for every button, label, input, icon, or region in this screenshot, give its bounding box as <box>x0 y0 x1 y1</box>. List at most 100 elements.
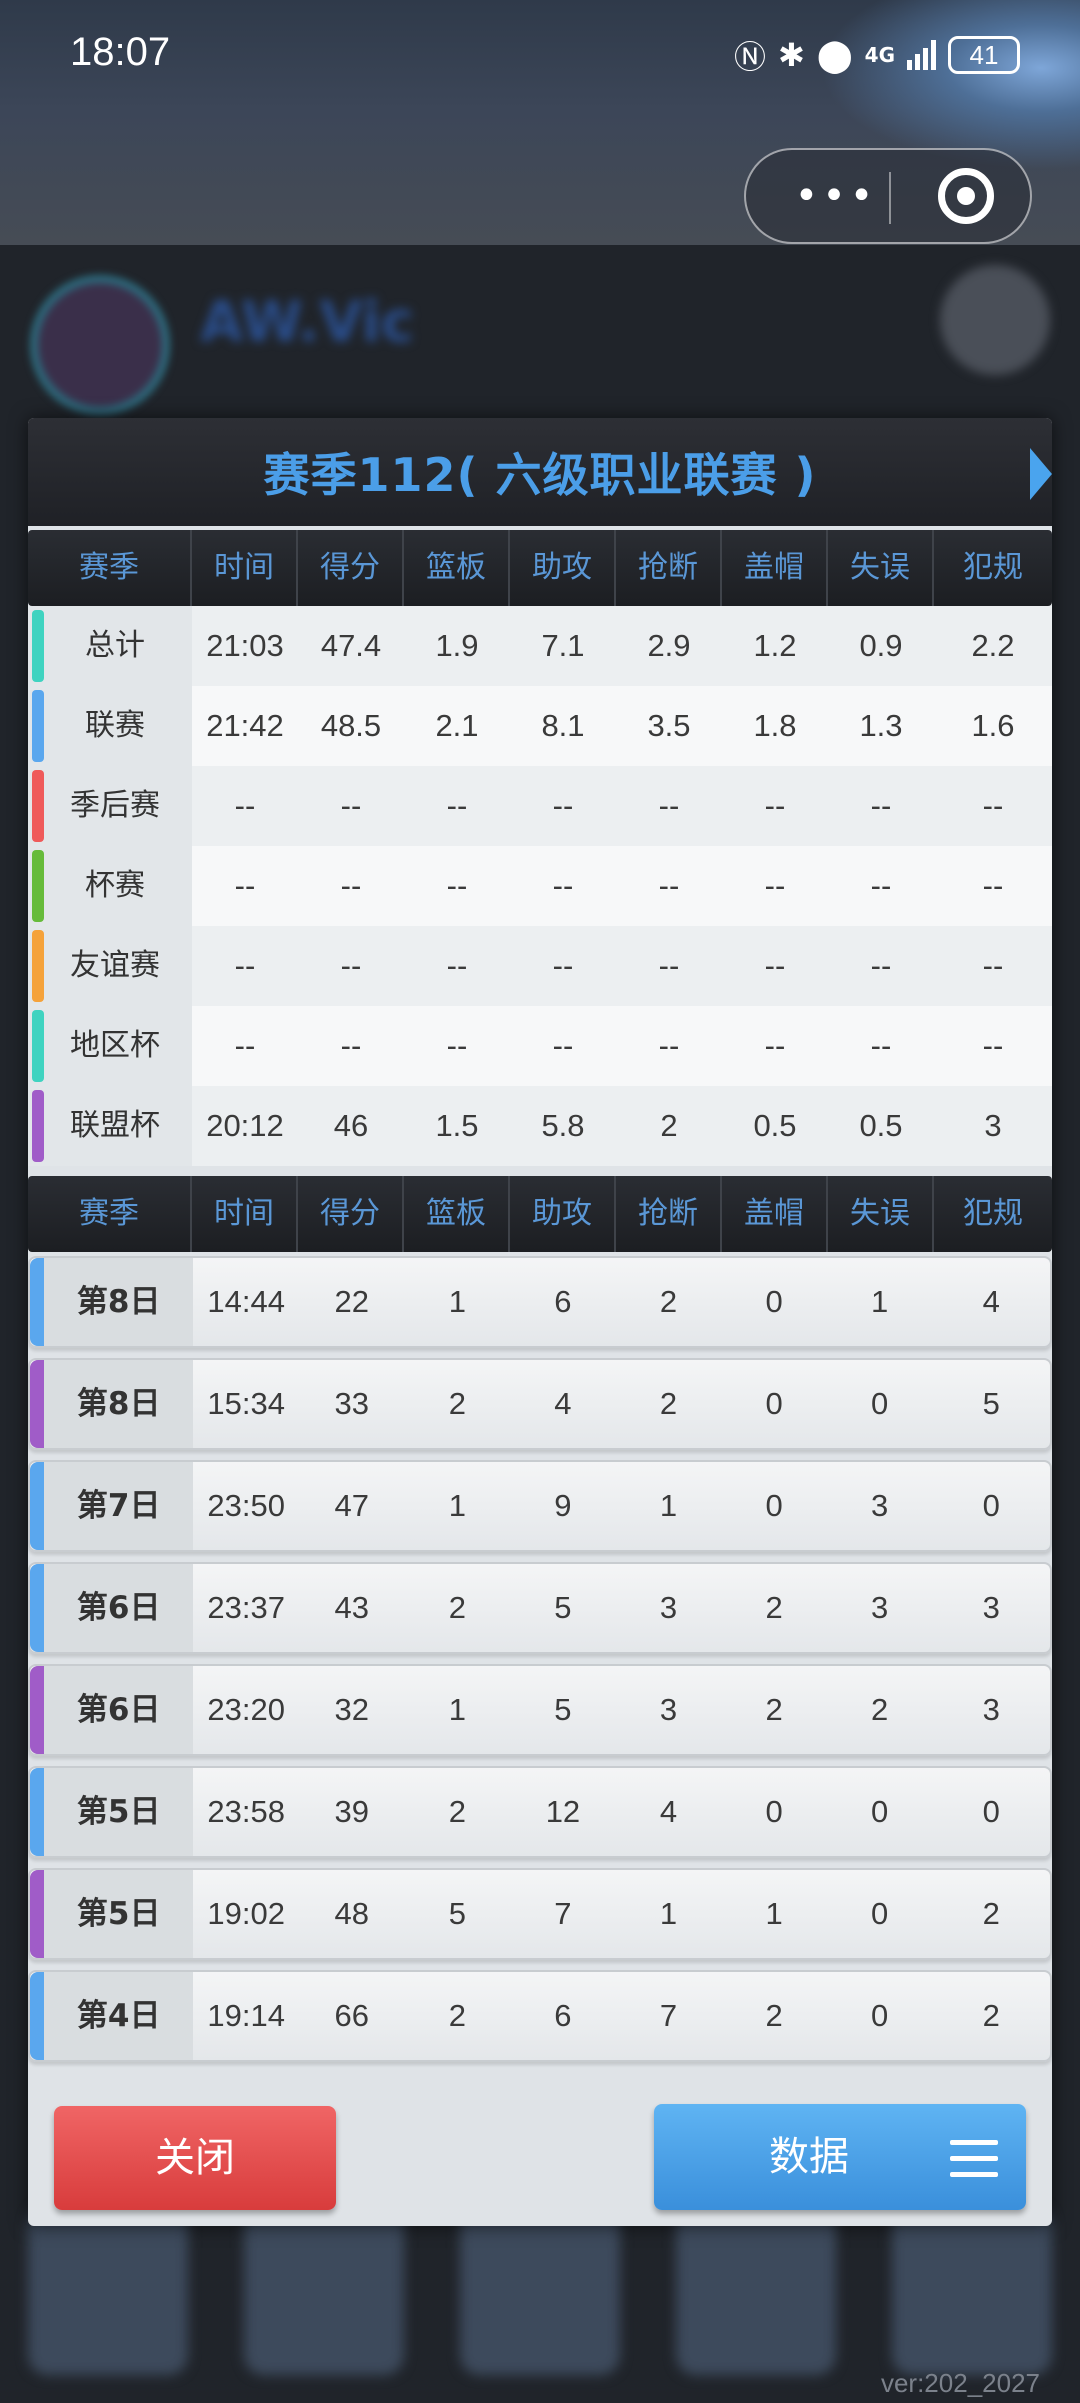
cell-time: 23:20 <box>207 1692 285 1727</box>
cell-blocks: 1.8 <box>753 708 797 743</box>
cell-blocks: 1 <box>765 1896 783 1931</box>
game-row[interactable]: 第5日 23:58 39 2 12 4 0 0 0 <box>28 1766 1052 1858</box>
game-row[interactable]: 第8日 14:44 22 1 6 2 0 1 4 <box>28 1256 1052 1348</box>
row-label: 联盟杯 <box>28 1086 192 1166</box>
data-button-label: 数据 <box>769 2134 849 2180</box>
summary-row: 季后赛 -- -- -- -- -- -- -- -- <box>28 766 1052 846</box>
cell-time: 23:58 <box>207 1794 285 1829</box>
menu-icon <box>950 2140 998 2180</box>
row-label: 友谊赛 <box>28 926 192 1006</box>
data-button[interactable]: 数据 <box>654 2104 1026 2210</box>
cell-points: 39 <box>334 1794 370 1829</box>
cell-rebounds: 1.9 <box>435 628 479 663</box>
cell-time: 15:34 <box>207 1386 285 1421</box>
cell-fouls: 3 <box>982 1590 1000 1625</box>
game-row[interactable]: 第6日 23:20 32 1 5 3 2 2 3 <box>28 1664 1052 1756</box>
cell-time: -- <box>234 868 256 903</box>
game-row[interactable]: 第7日 23:50 47 1 9 1 0 3 0 <box>28 1460 1052 1552</box>
cell-rebounds: 5 <box>448 1896 466 1931</box>
more-button[interactable]: ••• <box>786 170 886 222</box>
cell-assists: 4 <box>554 1386 572 1421</box>
cell-points: 22 <box>334 1284 370 1319</box>
season-stats-modal: 赛季112( 六级职业联赛 ) 赛季 时间 得分 篮板 助攻 抢断 盖帽 失误 … <box>28 418 1052 2226</box>
col-season: 赛季 <box>28 1176 192 1252</box>
row-label: 第8日 <box>30 1258 194 1346</box>
summary-row: 联盟杯 20:12 46 1.5 5.8 2 0.5 0.5 3 <box>28 1086 1052 1166</box>
type-color-stripe <box>32 610 44 682</box>
type-color-stripe <box>32 770 44 842</box>
cell-blocks: 0 <box>765 1284 783 1319</box>
cell-time: 21:42 <box>206 708 284 743</box>
cell-time: -- <box>234 788 256 823</box>
col-points: 得分 <box>298 530 404 606</box>
cell-steals: 1 <box>659 1488 678 1523</box>
type-color-stripe <box>32 930 44 1002</box>
cell-assists: 12 <box>545 1794 581 1829</box>
col-steals: 抢断 <box>616 530 722 606</box>
cell-time: 21:03 <box>206 628 284 663</box>
game-row[interactable]: 第5日 19:02 48 5 7 1 1 0 2 <box>28 1868 1052 1960</box>
cell-assists: 9 <box>554 1488 572 1523</box>
nav-gear-icon <box>676 2205 836 2375</box>
cell-assists: 6 <box>554 1284 572 1319</box>
cell-steals: -- <box>658 788 680 823</box>
cell-points: 32 <box>334 1692 370 1727</box>
cell-fouls: 5 <box>982 1386 1000 1421</box>
game-row[interactable]: 第8日 15:34 33 2 4 2 0 0 5 <box>28 1358 1052 1450</box>
cell-fouls: 4 <box>982 1284 1000 1319</box>
close-button[interactable]: 关闭 <box>54 2106 336 2210</box>
location-icon: ⬤ <box>816 36 853 74</box>
cell-blocks: 0 <box>765 1386 783 1421</box>
cell-turnovers: -- <box>870 1028 892 1063</box>
col-turnovers: 失误 <box>828 530 934 606</box>
network-type: 4G <box>864 43 895 67</box>
type-color-stripe <box>32 1010 44 1082</box>
games-table-header: 赛季 时间 得分 篮板 助攻 抢断 盖帽 失误 犯规 <box>28 1176 1052 1252</box>
cell-time: -- <box>234 1028 256 1063</box>
cell-blocks: 1.2 <box>753 628 797 663</box>
game-row[interactable]: 第6日 23:37 43 2 5 3 2 3 3 <box>28 1562 1052 1654</box>
cell-turnovers: 1 <box>871 1284 889 1319</box>
type-color-stripe <box>30 1462 44 1550</box>
top-bar: 18:07 Ⓝ ✱ ⬤ 4G 41 ••• <box>0 0 1080 245</box>
cell-rebounds: 2 <box>448 1386 466 1421</box>
cell-blocks: -- <box>764 868 786 903</box>
cell-assists: 7.1 <box>541 628 585 663</box>
cell-assists: -- <box>552 868 574 903</box>
cell-blocks: -- <box>764 1028 786 1063</box>
row-label: 总计 <box>28 606 192 686</box>
close-miniprogram-icon[interactable] <box>938 168 994 224</box>
cell-rebounds: 1.5 <box>435 1108 479 1143</box>
col-turnovers: 失误 <box>828 1176 934 1252</box>
cell-steals: -- <box>658 1028 680 1063</box>
cell-turnovers: -- <box>870 788 892 823</box>
cell-assists: 8.1 <box>541 708 585 743</box>
summary-row: 杯赛 -- -- -- -- -- -- -- -- <box>28 846 1052 926</box>
cell-turnovers: -- <box>870 948 892 983</box>
col-season: 赛季 <box>28 530 192 606</box>
cell-turnovers: 3 <box>871 1488 889 1523</box>
row-label: 第5日 <box>30 1870 194 1958</box>
cell-blocks: 0.5 <box>753 1108 797 1143</box>
cell-blocks: -- <box>764 788 786 823</box>
type-color-stripe <box>32 1090 44 1162</box>
next-season-arrow-icon[interactable] <box>1030 448 1052 500</box>
bluetooth-icon: ✱ <box>778 36 805 74</box>
cell-rebounds: 2 <box>448 1998 466 2033</box>
type-color-stripe <box>30 1564 44 1652</box>
cell-assists: 5 <box>554 1692 572 1727</box>
col-rebounds: 篮板 <box>404 530 510 606</box>
row-label: 第6日 <box>30 1564 194 1652</box>
player-name-blurred: AW.Vic <box>200 290 415 355</box>
row-label: 第7日 <box>30 1462 194 1550</box>
cell-rebounds: -- <box>446 1028 468 1063</box>
cell-points: 46 <box>333 1108 369 1143</box>
cell-time: 19:02 <box>207 1896 285 1931</box>
cell-points: 43 <box>334 1590 370 1625</box>
cell-steals: -- <box>658 868 680 903</box>
cell-steals: 3 <box>659 1692 678 1727</box>
cell-blocks: 0 <box>765 1488 783 1523</box>
type-color-stripe <box>30 1360 44 1448</box>
game-row[interactable]: 第4日 19:14 66 2 6 7 2 0 2 <box>28 1970 1052 2062</box>
summary-row: 友谊赛 -- -- -- -- -- -- -- -- <box>28 926 1052 1006</box>
